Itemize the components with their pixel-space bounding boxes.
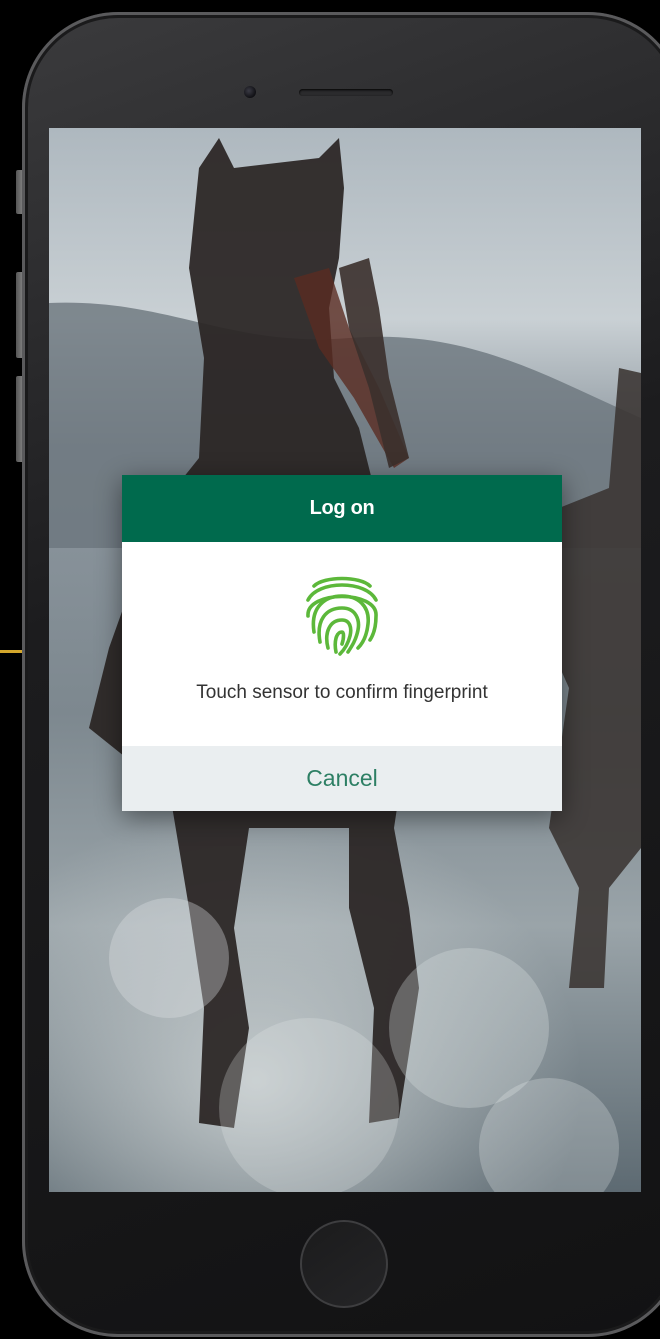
- cancel-button[interactable]: Cancel: [122, 746, 562, 811]
- fingerprint-prompt: Touch sensor to confirm fingerprint: [196, 682, 488, 703]
- front-camera: [244, 86, 256, 98]
- dialog-title: Log on: [122, 475, 562, 542]
- phone-screen: Log on Touch sensor to confirm fingerpri…: [49, 128, 641, 1192]
- home-button[interactable]: [300, 1220, 388, 1308]
- dialog-body: Touch sensor to confirm fingerprint: [122, 542, 562, 746]
- logon-dialog: Log on Touch sensor to confirm fingerpri…: [122, 475, 562, 811]
- earpiece-speaker: [299, 89, 393, 96]
- fingerprint-icon: [306, 576, 378, 656]
- device-mockup-stage: Log on Touch sensor to confirm fingerpri…: [0, 0, 660, 1339]
